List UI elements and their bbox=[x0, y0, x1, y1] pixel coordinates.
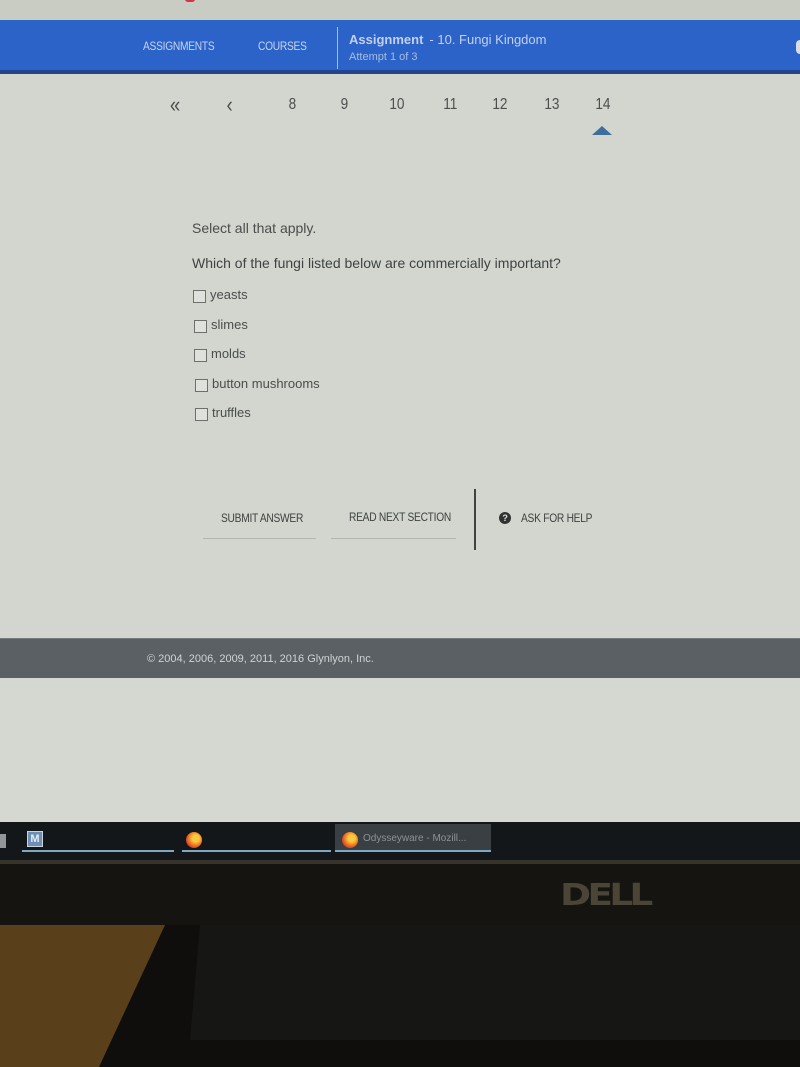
taskbar-item-m-app[interactable]: M bbox=[22, 824, 174, 852]
browser-screen: ASSIGNMENTS COURSES Assignment - 10. Fung… bbox=[0, 0, 800, 822]
task-active-underline bbox=[182, 850, 331, 852]
attempt-counter: Attempt 1 of 3 bbox=[349, 51, 418, 63]
m-app-icon: M bbox=[27, 831, 43, 847]
taskbar-item-firefox[interactable] bbox=[182, 824, 331, 852]
browser-toolbar-edge bbox=[0, 0, 800, 20]
submit-answer-button[interactable]: SUBMIT ANSWER bbox=[203, 510, 316, 539]
page-link[interactable]: 13 bbox=[544, 96, 559, 114]
toolbar-red-mark bbox=[185, 0, 195, 2]
question-instructions: Select all that apply. bbox=[192, 220, 317, 236]
submit-answer-label: SUBMIT ANSWER bbox=[221, 511, 304, 525]
header-divider bbox=[337, 27, 338, 69]
current-page-indicator-icon bbox=[592, 126, 612, 135]
wood-surface bbox=[0, 925, 165, 1067]
assignment-name: - 10. Fungi Kingdom bbox=[429, 32, 547, 47]
chevron-left-icon[interactable]: ‹ bbox=[227, 92, 233, 118]
checkbox[interactable] bbox=[194, 319, 207, 333]
start-button[interactable] bbox=[0, 834, 6, 848]
taskbar-item-label: Odysseyware - Mozill... bbox=[363, 833, 467, 844]
option-label: yeasts bbox=[210, 287, 248, 302]
nav-assignments[interactable]: ASSIGNMENTS bbox=[143, 39, 215, 53]
task-active-underline bbox=[335, 850, 491, 852]
option-truffles[interactable]: truffles bbox=[195, 405, 320, 435]
copyright-text: © 2004, 2006, 2009, 2011, 2016 Glynlyon,… bbox=[147, 653, 374, 665]
question-circle-icon: ? bbox=[499, 512, 511, 524]
page-blank-area bbox=[0, 678, 800, 822]
page-link-current[interactable]: 14 bbox=[595, 96, 610, 114]
option-label: button mushrooms bbox=[212, 375, 320, 391]
app-header: ASSIGNMENTS COURSES Assignment - 10. Fung… bbox=[0, 20, 800, 74]
page-footer: © 2004, 2006, 2009, 2011, 2016 Glynlyon,… bbox=[0, 638, 800, 678]
dell-logo: DELL bbox=[560, 878, 653, 913]
question-prompt: Which of the fungi listed below are comm… bbox=[192, 255, 561, 271]
ask-for-help-button[interactable]: ? ASK FOR HELP bbox=[499, 511, 605, 525]
option-slimes[interactable]: slimes bbox=[194, 317, 319, 347]
option-button-mushrooms[interactable]: button mushrooms bbox=[195, 376, 320, 406]
page-link[interactable]: 12 bbox=[492, 96, 507, 114]
page-link[interactable]: 8 bbox=[289, 96, 297, 114]
option-label: truffles bbox=[212, 405, 251, 420]
taskbar-item-odysseyware[interactable]: Odysseyware - Mozill... bbox=[335, 824, 491, 852]
question-pager: « ‹ 8 9 10 11 12 13 14 bbox=[0, 92, 800, 135]
option-molds[interactable]: molds bbox=[194, 346, 319, 376]
firefox-icon bbox=[342, 832, 358, 848]
read-next-section-button[interactable]: READ NEXT SECTION bbox=[331, 510, 456, 539]
firefox-icon bbox=[186, 832, 202, 848]
answer-options: yeasts slimes molds button mushrooms tru… bbox=[193, 287, 320, 435]
desk-background bbox=[0, 925, 800, 1067]
double-chevron-left-icon[interactable]: « bbox=[170, 92, 180, 118]
action-divider bbox=[474, 489, 476, 550]
assignment-title: Assignment - 10. Fungi Kingdom bbox=[349, 32, 546, 47]
page-link[interactable]: 11 bbox=[443, 96, 457, 114]
option-yeasts[interactable]: yeasts bbox=[193, 287, 318, 317]
checkbox[interactable] bbox=[195, 378, 208, 392]
assignment-label: Assignment bbox=[349, 32, 424, 47]
checkbox[interactable] bbox=[194, 349, 207, 362]
option-label: molds bbox=[211, 346, 246, 361]
checkbox[interactable] bbox=[195, 408, 208, 421]
header-edge-control[interactable] bbox=[796, 40, 800, 54]
nav-courses[interactable]: COURSES bbox=[258, 39, 307, 53]
ask-for-help-label: ASK FOR HELP bbox=[521, 511, 593, 525]
page-link[interactable]: 9 bbox=[341, 96, 349, 114]
checkbox[interactable] bbox=[193, 290, 206, 303]
option-label: slimes bbox=[211, 316, 248, 332]
read-next-section-label: READ NEXT SECTION bbox=[349, 510, 452, 524]
monitor-bezel: DELL bbox=[0, 860, 800, 925]
task-active-underline bbox=[22, 850, 174, 852]
windows-taskbar: M Odysseyware - Mozill... bbox=[0, 822, 800, 860]
monitor-stand bbox=[190, 925, 800, 1040]
page-link[interactable]: 10 bbox=[389, 96, 404, 114]
